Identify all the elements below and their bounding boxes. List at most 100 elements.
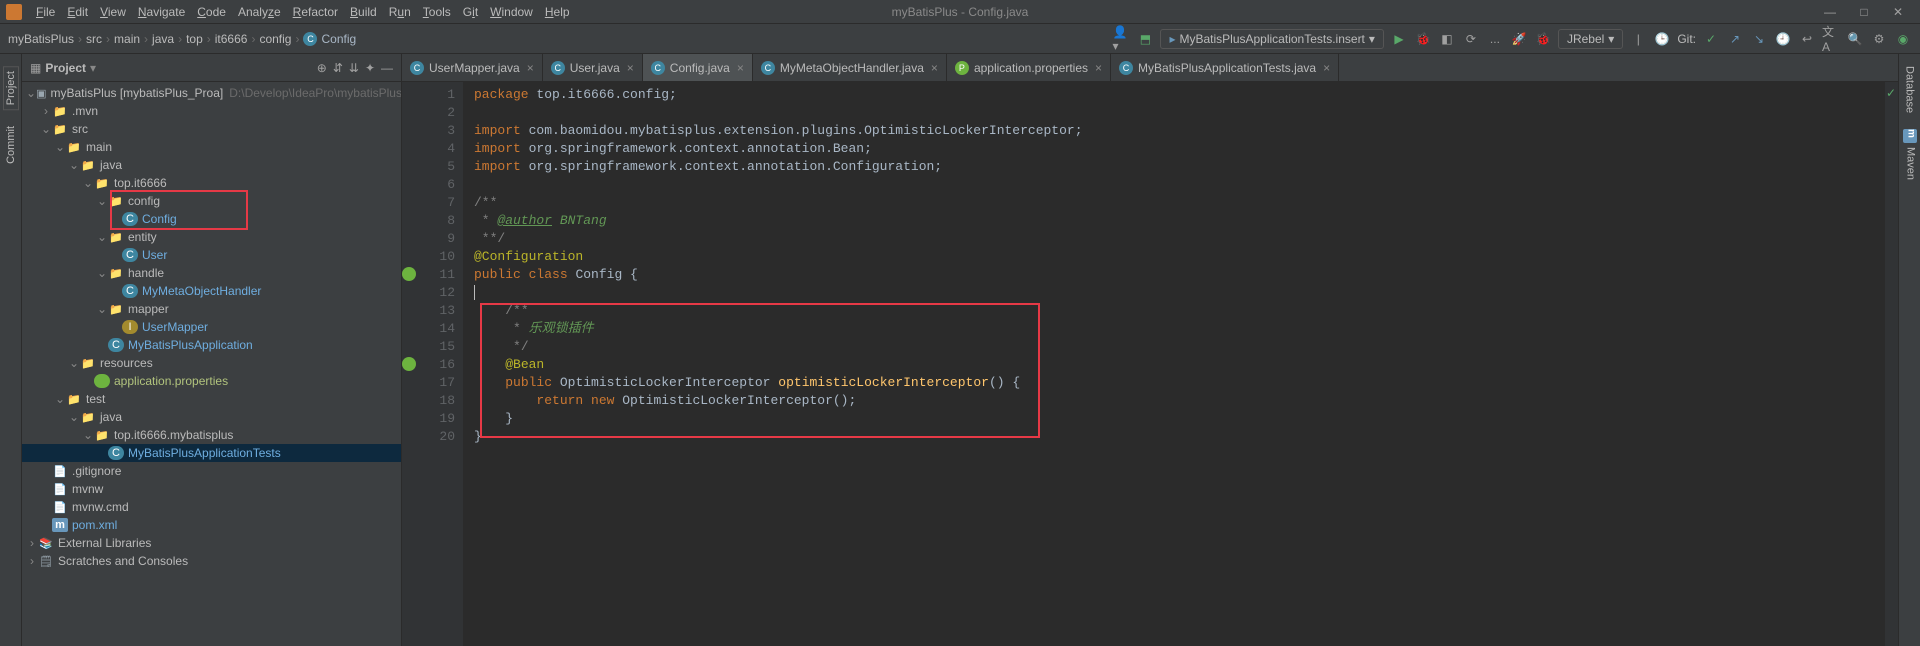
git-revert-icon[interactable]: ↩ bbox=[1798, 30, 1816, 48]
tree-gitignore[interactable]: 📄 .gitignore bbox=[22, 462, 401, 480]
show-options-icon[interactable]: ✦ bbox=[365, 61, 375, 75]
menu-help[interactable]: Help bbox=[539, 5, 576, 19]
menu-refactor[interactable]: Refactor bbox=[287, 5, 344, 19]
tab-application-properties[interactable]: Papplication.properties× bbox=[947, 54, 1111, 81]
tab-UserMapper-java[interactable]: CUserMapper.java× bbox=[402, 54, 543, 81]
window-maximize[interactable]: □ bbox=[1854, 5, 1874, 19]
tree-mvn[interactable]: › 📁 .mvn bbox=[22, 102, 401, 120]
hide-icon[interactable]: — bbox=[381, 61, 393, 75]
menu-code[interactable]: Code bbox=[191, 5, 232, 19]
search-icon[interactable]: 🔍 bbox=[1846, 30, 1864, 48]
code-line-18[interactable]: return new OptimisticLockerInterceptor()… bbox=[474, 392, 1884, 410]
tool-commit[interactable]: Commit bbox=[5, 126, 17, 164]
profile-icon[interactable]: ⟳ bbox=[1462, 30, 1480, 48]
git-update-icon[interactable]: ↘ bbox=[1750, 30, 1768, 48]
attach-icon[interactable]: ... bbox=[1486, 30, 1504, 48]
code-line-11[interactable]: public class Config { bbox=[474, 266, 1884, 284]
tree-entity[interactable]: ⌄ 📁 entity bbox=[22, 228, 401, 246]
code-line-16[interactable]: @Bean bbox=[474, 356, 1884, 374]
code-line-12[interactable] bbox=[474, 284, 1884, 302]
run-config-selector[interactable]: ▸ MyBatisPlusApplicationTests.insert ▾ bbox=[1160, 29, 1383, 49]
tree-main[interactable]: ⌄ 📁 main bbox=[22, 138, 401, 156]
tab-MyBatisPlusApplicationTests-java[interactable]: CMyBatisPlusApplicationTests.java× bbox=[1111, 54, 1339, 81]
window-close[interactable]: ✕ bbox=[1888, 5, 1908, 19]
tree-root[interactable]: ⌄ ▣ myBatisPlus [mybatisPlus_Proa] D:\De… bbox=[22, 84, 401, 102]
tree-extlib[interactable]: › 📚 External Libraries bbox=[22, 534, 401, 552]
tree-testpkg[interactable]: ⌄ 📁 top.it6666.mybatisplus bbox=[22, 426, 401, 444]
code-line-14[interactable]: * 乐观锁插件 bbox=[474, 320, 1884, 338]
bc-top[interactable]: top bbox=[186, 32, 203, 46]
menu-git[interactable]: Git bbox=[457, 5, 484, 19]
menu-build[interactable]: Build bbox=[344, 5, 383, 19]
tree-mapper[interactable]: ⌄ 📁 mapper bbox=[22, 300, 401, 318]
tree-usermapper[interactable]: I UserMapper bbox=[22, 318, 401, 336]
tree-mbpa[interactable]: C MyBatisPlusApplication bbox=[22, 336, 401, 354]
jrebel-run-icon[interactable]: 🚀 bbox=[1510, 30, 1528, 48]
error-stripe[interactable]: ✓ bbox=[1884, 82, 1898, 646]
tree-config-class[interactable]: C Config bbox=[22, 210, 401, 228]
menu-view[interactable]: View bbox=[94, 5, 132, 19]
collapse-all-icon[interactable]: ⇊ bbox=[349, 61, 359, 75]
branch-icon[interactable]: 🕒 bbox=[1653, 30, 1671, 48]
menu-file[interactable]: File bbox=[30, 5, 61, 19]
menu-run[interactable]: Run bbox=[383, 5, 417, 19]
shield-icon[interactable]: ◉ bbox=[1894, 30, 1912, 48]
menu-analyze[interactable]: Analyze bbox=[232, 5, 287, 19]
tree-mvnw[interactable]: 📄 mvnw bbox=[22, 480, 401, 498]
tool-maven[interactable]: mMaven bbox=[1903, 129, 1917, 180]
window-minimize[interactable]: — bbox=[1820, 5, 1840, 19]
tree-handle[interactable]: ⌄ 📁 handle bbox=[22, 264, 401, 282]
translate-icon[interactable]: 文A bbox=[1822, 30, 1840, 48]
run-icon[interactable]: ▶ bbox=[1390, 30, 1408, 48]
settings-icon[interactable]: ⚙ bbox=[1870, 30, 1888, 48]
close-icon[interactable]: × bbox=[931, 61, 938, 75]
tree-testjava[interactable]: ⌄ 📁 java bbox=[22, 408, 401, 426]
bc-src[interactable]: src bbox=[86, 32, 102, 46]
code-line-1[interactable]: package top.it6666.config; bbox=[474, 86, 1884, 104]
user-icon[interactable]: 👤▾ bbox=[1112, 30, 1130, 48]
coverage-icon[interactable]: ◧ bbox=[1438, 30, 1456, 48]
tree-testcls[interactable]: C MyBatisPlusApplicationTests bbox=[22, 444, 401, 462]
menu-window[interactable]: Window bbox=[484, 5, 539, 19]
build-icon[interactable]: ⬒ bbox=[1136, 30, 1154, 48]
jrebel-selector[interactable]: JRebel ▾ bbox=[1558, 29, 1623, 49]
bc-config[interactable]: config bbox=[259, 32, 291, 46]
close-icon[interactable]: × bbox=[1323, 61, 1330, 75]
spring-bean-icon[interactable] bbox=[402, 357, 416, 371]
menu-edit[interactable]: Edit bbox=[61, 5, 94, 19]
tool-database[interactable]: Database bbox=[1904, 66, 1916, 113]
code-line-4[interactable]: import org.springframework.context.annot… bbox=[474, 140, 1884, 158]
tab-MyMetaObjectHandler-java[interactable]: CMyMetaObjectHandler.java× bbox=[753, 54, 947, 81]
code-line-10[interactable]: @Configuration bbox=[474, 248, 1884, 266]
tree-src[interactable]: ⌄ 📁 src bbox=[22, 120, 401, 138]
tab-User-java[interactable]: CUser.java× bbox=[543, 54, 643, 81]
close-icon[interactable]: × bbox=[627, 61, 634, 75]
tree-appprops[interactable]: application.properties bbox=[22, 372, 401, 390]
code-line-19[interactable]: } bbox=[474, 410, 1884, 428]
bc-main[interactable]: main bbox=[114, 32, 140, 46]
code-line-7[interactable]: /** bbox=[474, 194, 1884, 212]
code-line-6[interactable] bbox=[474, 176, 1884, 194]
tree-config-pkg[interactable]: ⌄ 📁 config bbox=[22, 192, 401, 210]
spring-bean-icon[interactable] bbox=[402, 267, 416, 281]
tab-Config-java[interactable]: CConfig.java× bbox=[643, 54, 753, 81]
tree-test[interactable]: ⌄ 📁 test bbox=[22, 390, 401, 408]
bc-java[interactable]: java bbox=[152, 32, 174, 46]
code-line-17[interactable]: public OptimisticLockerInterceptor optim… bbox=[474, 374, 1884, 392]
code-line-2[interactable] bbox=[474, 104, 1884, 122]
tree-pom[interactable]: m pom.xml bbox=[22, 516, 401, 534]
debug-icon[interactable]: 🐞 bbox=[1414, 30, 1432, 48]
code-editor[interactable]: package top.it6666.config; import com.bao… bbox=[464, 82, 1884, 646]
code-line-5[interactable]: import org.springframework.context.annot… bbox=[474, 158, 1884, 176]
tree-topit[interactable]: ⌄ 📁 top.it6666 bbox=[22, 174, 401, 192]
expand-all-icon[interactable]: ⇵ bbox=[333, 61, 343, 75]
tree-mvnwcmd[interactable]: 📄 mvnw.cmd bbox=[22, 498, 401, 516]
git-commit-icon[interactable]: ✓ bbox=[1702, 30, 1720, 48]
tool-project[interactable]: Project bbox=[3, 66, 19, 110]
tree-resources[interactable]: ⌄ 📁 resources bbox=[22, 354, 401, 372]
code-line-3[interactable]: import com.baomidou.mybatisplus.extensio… bbox=[474, 122, 1884, 140]
tree-java[interactable]: ⌄ 📁 java bbox=[22, 156, 401, 174]
code-line-20[interactable]: } bbox=[474, 428, 1884, 446]
tree-user[interactable]: C User bbox=[22, 246, 401, 264]
jrebel-debug-icon[interactable]: 🐞 bbox=[1534, 30, 1552, 48]
